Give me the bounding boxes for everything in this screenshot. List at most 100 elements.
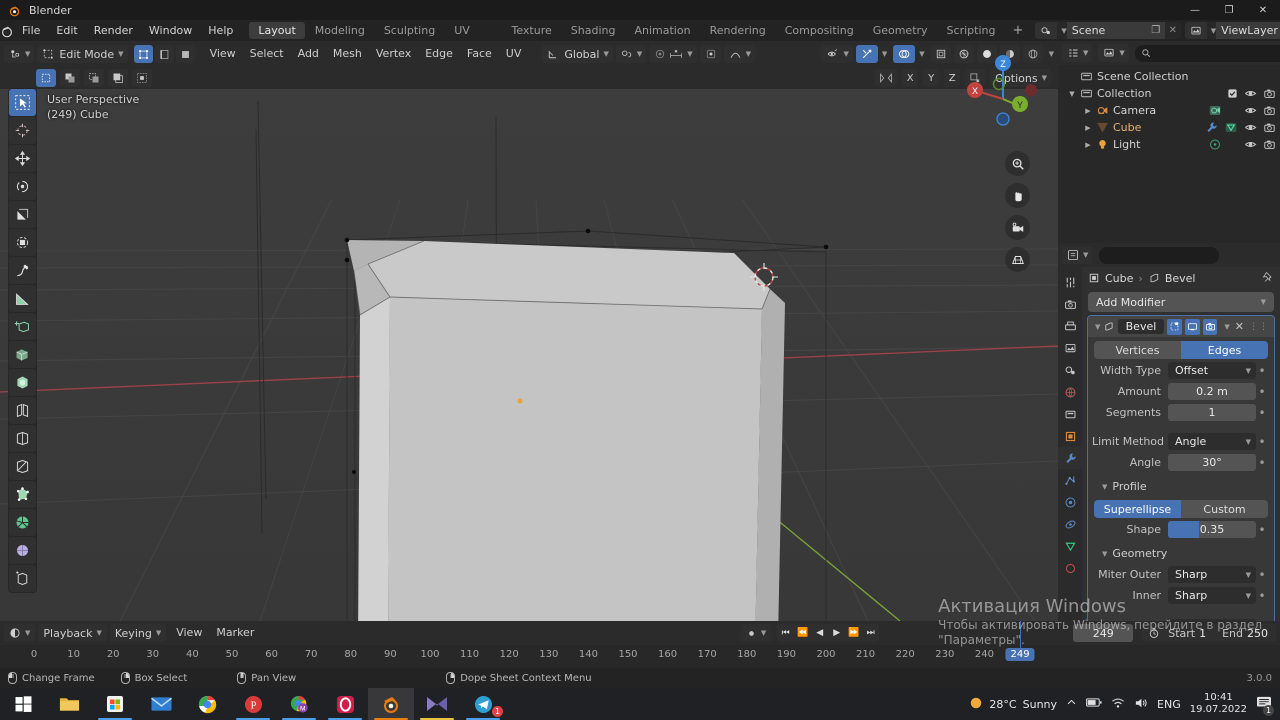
tab-scene-icon[interactable]	[1058, 359, 1082, 381]
width-type-animate-dot[interactable]: •	[1256, 365, 1268, 377]
falloff-curve-icon[interactable]: ▼	[723, 45, 756, 63]
shading-caret-icon[interactable]: ▼	[1049, 50, 1054, 58]
camera-data-icon[interactable]	[1208, 104, 1222, 117]
volume-icon[interactable]	[1134, 697, 1148, 712]
checkbox-icon[interactable]	[1227, 88, 1238, 99]
properties-editor-type-selector[interactable]: ▼	[1062, 246, 1093, 264]
jump-to-end-button[interactable]: ⏭	[862, 624, 879, 642]
modifier-name-field[interactable]: Bevel	[1117, 319, 1165, 334]
viewport-menu-mesh[interactable]: Mesh	[326, 44, 369, 64]
transform-tool-button[interactable]	[9, 229, 36, 256]
outliner-search-field[interactable]	[1154, 47, 1280, 59]
tab-tool-icon[interactable]	[1058, 271, 1082, 293]
pan-icon[interactable]	[1005, 183, 1030, 208]
play-reverse-button[interactable]: ◀	[811, 624, 828, 642]
weather-widget[interactable]: 28°C Sunny	[969, 696, 1057, 713]
breadcrumb-object-label[interactable]: Cube	[1105, 272, 1133, 285]
light-data-icon[interactable]	[1208, 138, 1222, 151]
modifier-extras-caret-icon[interactable]: ▼	[1224, 323, 1229, 331]
angle-number-field[interactable]: 30°	[1168, 454, 1256, 471]
tab-compositing[interactable]: Compositing	[776, 22, 863, 39]
google-chrome-icon[interactable]	[184, 688, 230, 720]
snapping-selector[interactable]: ▼	[615, 45, 647, 63]
outliner-display-mode-selector[interactable]: ▼	[1062, 44, 1093, 62]
tab-world-icon[interactable]	[1058, 381, 1082, 403]
proportional-falloff-selector[interactable]	[699, 45, 721, 63]
wifi-icon[interactable]	[1111, 697, 1125, 712]
perspective-icon[interactable]	[1005, 247, 1030, 272]
xnview-app-icon[interactable]	[414, 688, 460, 720]
stopwatch-icon[interactable]	[1148, 627, 1160, 639]
tab-data-icon[interactable]	[1058, 535, 1082, 557]
bevel-tool-button[interactable]	[9, 397, 36, 424]
edge-select-mode-button[interactable]	[154, 45, 174, 63]
outliner-search-input[interactable]	[1134, 44, 1280, 62]
annotate-tool-button[interactable]	[9, 257, 36, 284]
menu-window[interactable]: Window	[141, 20, 200, 41]
delete-scene-button[interactable]: ✕	[1165, 22, 1181, 39]
collection-expand-arrow[interactable]: ▼	[1066, 90, 1078, 98]
opera-gx-app-icon[interactable]	[322, 688, 368, 720]
maximize-button[interactable]: ❐	[1212, 0, 1246, 20]
tab-uv-editing[interactable]: UV Editing	[445, 22, 501, 54]
tab-rendering[interactable]: Rendering	[701, 22, 775, 39]
eye-icon[interactable]	[1244, 139, 1257, 150]
outliner-row-cube[interactable]: ▶ Cube	[1058, 119, 1280, 136]
xray-toggle-button[interactable]	[855, 45, 878, 63]
add-cube-tool-button[interactable]	[9, 313, 36, 340]
mirror-axis-y-button[interactable]: Y	[923, 69, 940, 87]
select-invert-button[interactable]	[108, 69, 128, 87]
minimize-button[interactable]: —	[1178, 0, 1212, 20]
poly-build-tool-button[interactable]	[9, 481, 36, 508]
tab-sculpting[interactable]: Sculpting	[375, 22, 444, 39]
shading-wireframe-button[interactable]	[930, 45, 951, 63]
tab-material-icon[interactable]	[1058, 557, 1082, 579]
limit-method-dropdown[interactable]: Angle ▼	[1168, 433, 1256, 450]
menu-file[interactable]: File	[14, 20, 48, 41]
inset-faces-tool-button[interactable]	[9, 369, 36, 396]
miter-outer-dropdown[interactable]: Sharp ▼	[1168, 566, 1256, 583]
outliner-filter-type-selector[interactable]: ▼	[1098, 44, 1129, 62]
viewport-menu-view[interactable]: View	[203, 44, 243, 64]
viewlayer-selector[interactable]: ▼ ViewLayer ❐ ✕	[1184, 22, 1280, 39]
knife-tool-button[interactable]	[9, 453, 36, 480]
tab-particles-icon[interactable]	[1058, 469, 1082, 491]
play-button[interactable]: ▶	[828, 624, 845, 642]
notifications-button[interactable]: 1	[1256, 696, 1274, 716]
properties-search-input[interactable]	[1099, 246, 1252, 264]
properties-search-field[interactable]	[1109, 249, 1252, 261]
select-subtract-button[interactable]	[84, 69, 104, 87]
mesh-data-icon[interactable]	[1224, 121, 1238, 134]
angle-animate-dot[interactable]: •	[1256, 457, 1268, 469]
modifier-collapse-arrow[interactable]: ▼	[1095, 323, 1100, 331]
new-scene-button[interactable]: ❐	[1146, 22, 1165, 39]
vertex-select-mode-button[interactable]	[133, 45, 153, 63]
limit-method-animate-dot[interactable]: •	[1256, 436, 1268, 448]
tweak-select-tool-button[interactable]	[9, 89, 36, 116]
auto-keying-toggle[interactable]: ▼	[740, 624, 772, 642]
language-indicator[interactable]: ENG	[1157, 698, 1181, 711]
start-button[interactable]	[0, 688, 46, 720]
outliner-row-scene-collection[interactable]: Scene Collection	[1058, 68, 1280, 85]
battery-icon[interactable]	[1085, 697, 1102, 711]
tab-animation[interactable]: Animation	[625, 22, 699, 39]
miter-outer-animate-dot[interactable]: •	[1256, 569, 1268, 581]
outliner-row-collection[interactable]: ▼ Collection	[1058, 85, 1280, 102]
modifier-drag-handle[interactable]: ⋮⋮	[1249, 322, 1271, 332]
paltalk-app-icon[interactable]: P	[230, 688, 276, 720]
mirror-axis-z-button[interactable]: Z	[944, 69, 961, 87]
xray-caret-icon[interactable]: ▼	[882, 50, 887, 58]
measure-tool-button[interactable]	[9, 285, 36, 312]
editor-type-selector[interactable]: ▼	[4, 45, 35, 63]
scene-name[interactable]: Scene	[1066, 22, 1147, 39]
miter-inner-animate-dot[interactable]: •	[1256, 590, 1268, 602]
tab-geometry-nodes[interactable]: Geometry Nodes	[864, 22, 937, 54]
viewport-canvas[interactable]	[0, 89, 1058, 621]
profile-section-header[interactable]: ▼ Profile	[1098, 477, 1274, 496]
jump-to-start-button[interactable]: ⏮	[777, 624, 794, 642]
outliner-editor[interactable]: ▼ ▼ ▼ Scene Collection	[1058, 41, 1280, 243]
pin-icon[interactable]	[1262, 271, 1274, 286]
camera-render-icon[interactable]	[1263, 88, 1276, 99]
outliner-row-light[interactable]: ▶ Light	[1058, 136, 1280, 153]
tab-view-layer-icon[interactable]	[1058, 337, 1082, 359]
